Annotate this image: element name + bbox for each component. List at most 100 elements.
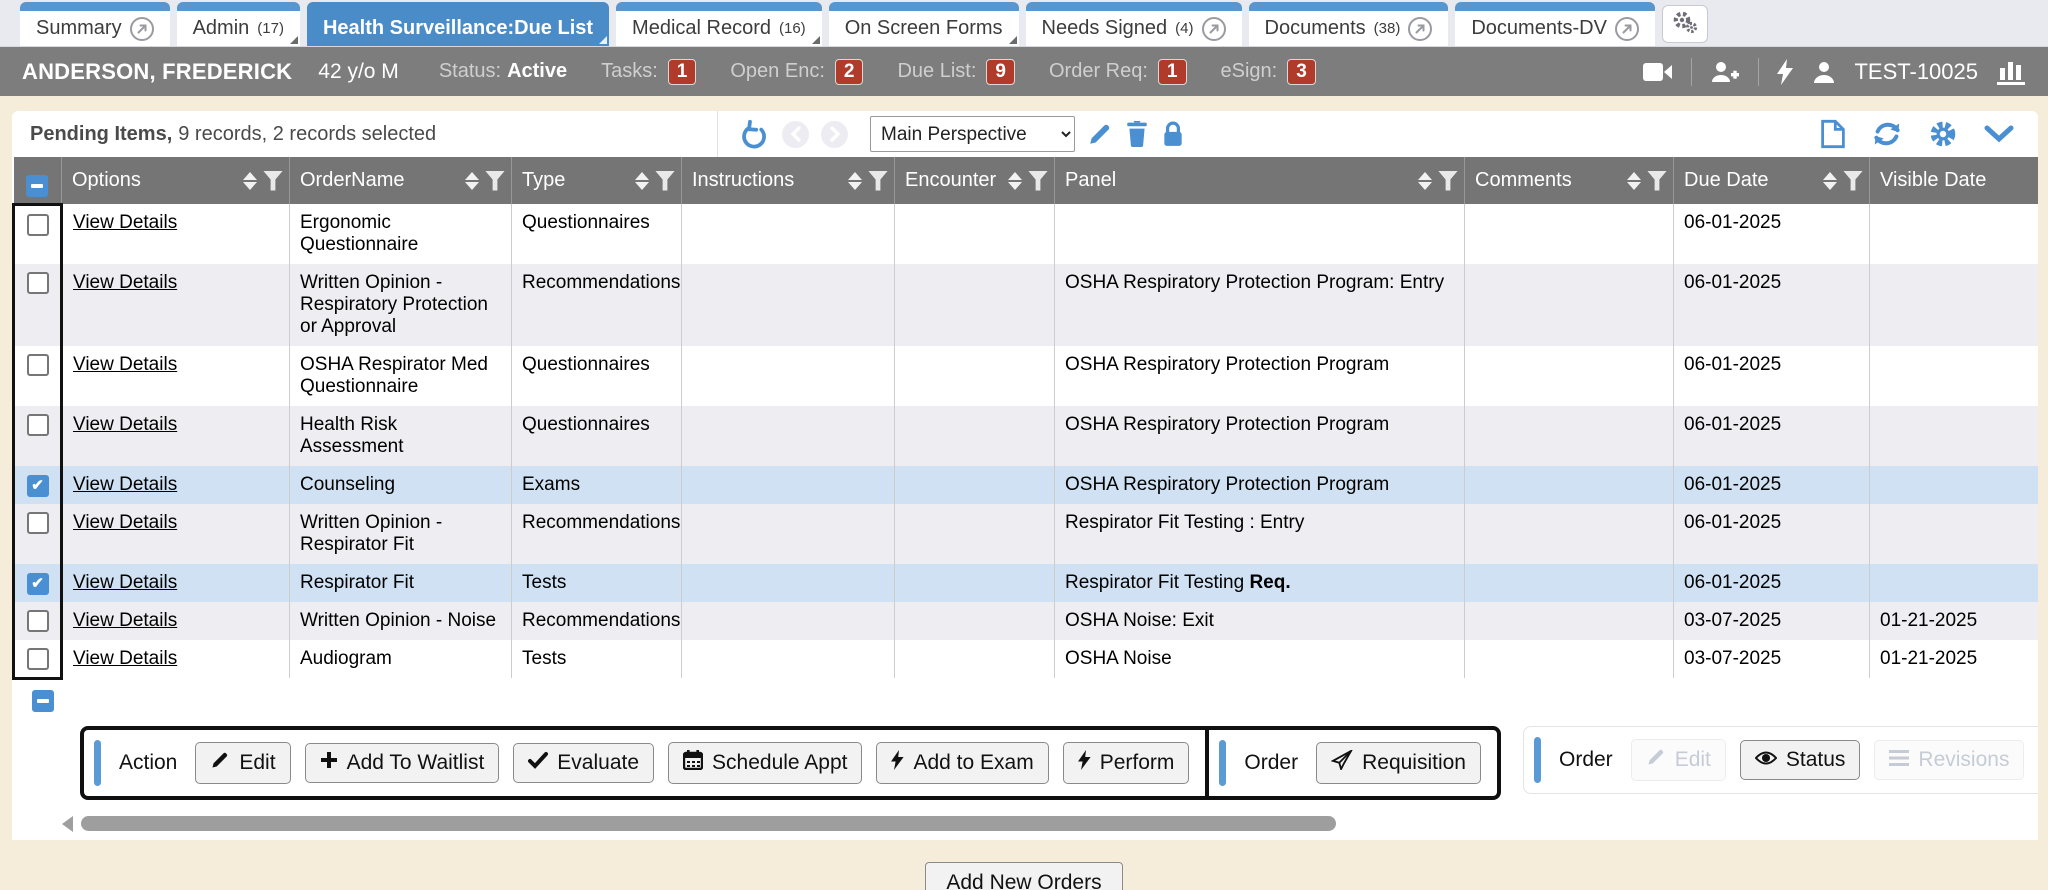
sort-icon[interactable] <box>635 172 649 190</box>
column-header-panel[interactable]: Panel <box>1055 157 1465 204</box>
column-header-options[interactable]: Options <box>62 157 290 204</box>
grid-settings-gear-icon[interactable] <box>1928 119 1958 149</box>
undo-icon[interactable] <box>740 119 770 149</box>
sort-icon[interactable] <box>1418 172 1432 190</box>
sort-icon[interactable] <box>1008 172 1022 190</box>
row-checkbox[interactable] <box>27 354 49 376</box>
scroll-left-arrow-icon[interactable] <box>62 816 73 832</box>
select-all-checkbox-bottom[interactable] <box>32 690 54 712</box>
column-header-visible-date[interactable]: Visible Date <box>1870 157 2039 204</box>
sort-icon[interactable] <box>848 172 862 190</box>
quick-action-bolt-icon[interactable] <box>1777 59 1794 85</box>
evaluate-button[interactable]: Evaluate <box>513 743 654 783</box>
view-details-link[interactable]: View Details <box>73 212 177 233</box>
open-in-popup-icon[interactable] <box>1408 17 1432 41</box>
tab-documents[interactable]: Documents(38) <box>1249 2 1449 46</box>
user-icon[interactable] <box>1812 60 1836 84</box>
column-header-encounter[interactable]: Encounter <box>895 157 1055 204</box>
open-in-popup-icon[interactable] <box>1615 17 1639 41</box>
status-button[interactable]: Status <box>1740 740 1861 780</box>
row-checkbox[interactable] <box>27 214 49 236</box>
refresh-icon[interactable] <box>1872 119 1902 149</box>
perspective-select[interactable]: Main Perspective <box>870 116 1075 152</box>
column-label: Instructions <box>692 169 794 192</box>
delete-perspective-trash-icon[interactable] <box>1125 121 1149 147</box>
row-checkbox[interactable]: ✔ <box>27 475 49 497</box>
filter-funnel-icon[interactable] <box>1028 171 1048 191</box>
counter-badge[interactable]: 2 <box>835 59 864 85</box>
tab-admin[interactable]: Admin(17) <box>177 2 300 46</box>
horizontal-scrollbar[interactable] <box>22 816 2028 832</box>
new-document-icon[interactable] <box>1820 119 1846 149</box>
counter-badge[interactable]: 9 <box>986 59 1015 85</box>
filter-funnel-icon[interactable] <box>263 171 283 191</box>
column-header-comments[interactable]: Comments <box>1465 157 1674 204</box>
add-to-waitlist-button[interactable]: Add To Waitlist <box>305 743 500 783</box>
row-checkbox[interactable] <box>27 272 49 294</box>
add-new-orders-button[interactable]: Add New Orders <box>925 862 1122 890</box>
schedule-appt-button[interactable]: Schedule Appt <box>668 742 862 784</box>
video-call-icon[interactable] <box>1643 61 1673 83</box>
nav-forward-icon[interactable] <box>821 121 848 148</box>
tab-medical-record[interactable]: Medical Record(16) <box>616 2 822 46</box>
cell-instructions <box>682 564 895 602</box>
column-header-instructions[interactable]: Instructions <box>682 157 895 204</box>
add-person-icon[interactable] <box>1710 60 1740 84</box>
tab-documents-dv[interactable]: Documents-DV <box>1455 2 1655 46</box>
requisition-button[interactable]: Requisition <box>1316 742 1481 784</box>
row-checkbox[interactable]: ✔ <box>27 573 49 595</box>
view-details-link[interactable]: View Details <box>73 272 177 293</box>
counter-badge[interactable]: 3 <box>1287 59 1316 85</box>
edit-perspective-pencil-icon[interactable] <box>1087 121 1113 147</box>
eye-icon <box>1755 748 1777 772</box>
row-checkbox[interactable] <box>27 610 49 632</box>
tab-settings-button[interactable] <box>1662 5 1708 43</box>
nav-back-icon[interactable] <box>782 121 809 148</box>
row-checkbox[interactable] <box>27 414 49 436</box>
filter-funnel-icon[interactable] <box>868 171 888 191</box>
filter-funnel-icon[interactable] <box>1438 171 1458 191</box>
patient-status-value: Active <box>507 60 567 82</box>
select-all-checkbox[interactable] <box>26 175 48 197</box>
edit-button[interactable]: Edit <box>195 742 290 784</box>
sort-icon[interactable] <box>1823 172 1837 190</box>
column-header-ordername[interactable]: OrderName <box>290 157 512 204</box>
lock-perspective-icon[interactable] <box>1161 121 1185 147</box>
revisions-button: Revisions <box>1874 740 2024 780</box>
view-details-link[interactable]: View Details <box>73 474 177 495</box>
tab-on-screen-forms[interactable]: On Screen Forms <box>829 2 1019 46</box>
row-checkbox[interactable] <box>27 512 49 534</box>
open-in-popup-icon[interactable] <box>130 17 154 41</box>
view-details-link[interactable]: View Details <box>73 512 177 533</box>
counter-badge[interactable]: 1 <box>668 59 697 85</box>
view-details-link[interactable]: View Details <box>73 572 177 593</box>
filter-funnel-icon[interactable] <box>485 171 505 191</box>
tab-summary[interactable]: Summary <box>20 2 170 46</box>
tab-health-surveillance-due-list[interactable]: Health Surveillance:Due List <box>307 2 609 46</box>
tab-needs-signed[interactable]: Needs Signed(4) <box>1026 2 1242 46</box>
cell-encounter <box>895 640 1055 678</box>
open-in-popup-icon[interactable] <box>1202 17 1226 41</box>
column-header-type[interactable]: Type <box>512 157 682 204</box>
tab-menu-corner-icon <box>599 36 607 44</box>
view-details-link[interactable]: View Details <box>73 414 177 435</box>
filter-funnel-icon[interactable] <box>1647 171 1667 191</box>
view-details-link[interactable]: View Details <box>73 354 177 375</box>
collapse-chevron-down-icon[interactable] <box>1984 124 2014 144</box>
view-details-link[interactable]: View Details <box>73 610 177 631</box>
view-details-link[interactable]: View Details <box>73 648 177 669</box>
scrollbar-thumb[interactable] <box>81 816 1336 831</box>
table-row: View DetailsWritten Opinion - NoiseRecom… <box>14 602 2039 640</box>
add-to-exam-button[interactable]: Add to Exam <box>876 742 1048 784</box>
reports-chart-icon[interactable] <box>1996 58 2026 86</box>
counter-badge[interactable]: 1 <box>1158 59 1187 85</box>
column-header-due-date[interactable]: Due Date <box>1674 157 1870 204</box>
perform-button[interactable]: Perform <box>1063 742 1190 784</box>
filter-funnel-icon[interactable] <box>655 171 675 191</box>
sort-icon[interactable] <box>1627 172 1641 190</box>
row-checkbox[interactable] <box>27 648 49 670</box>
filter-funnel-icon[interactable] <box>1843 171 1863 191</box>
sort-icon[interactable] <box>465 172 479 190</box>
sort-icon[interactable] <box>243 172 257 190</box>
counter-label: Due List: <box>897 60 976 83</box>
